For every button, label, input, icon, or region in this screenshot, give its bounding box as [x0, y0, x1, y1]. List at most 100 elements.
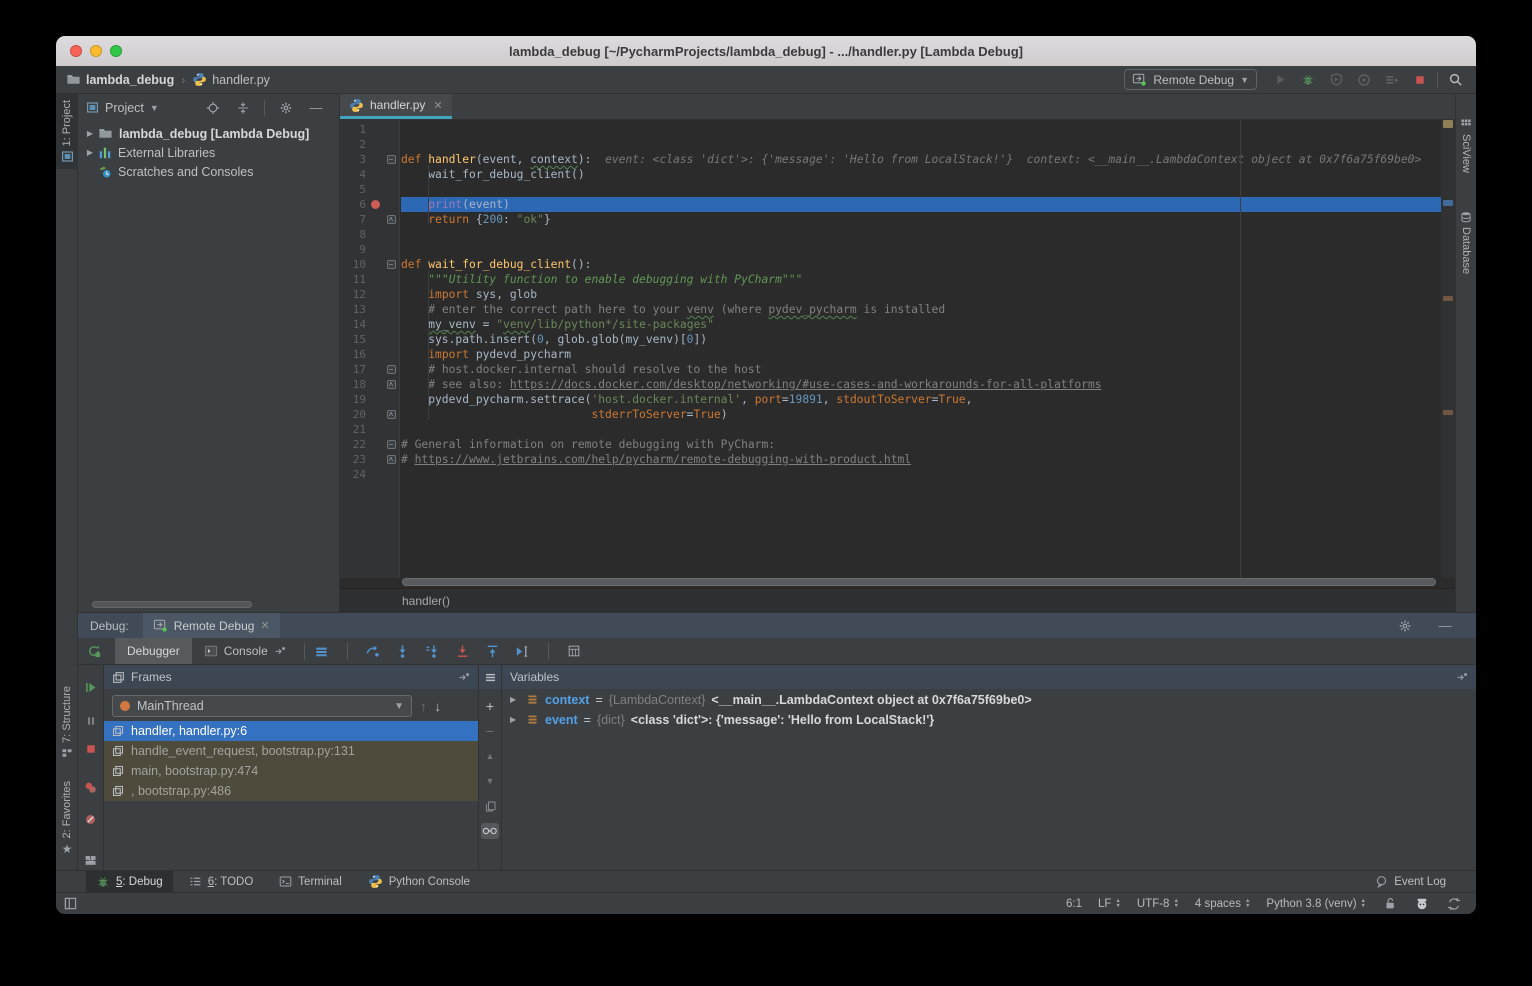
evaluate-expression-button[interactable] [563, 640, 585, 662]
interpreter[interactable]: Python 3.8 (venv)▲▼ [1266, 898, 1366, 910]
line-separator[interactable]: LF▲▼ [1098, 898, 1121, 910]
debug-button[interactable] [1297, 69, 1319, 91]
chevron-down-icon[interactable]: ▼ [150, 103, 159, 113]
code-line[interactable]: def wait_for_debug_client(): [401, 257, 1441, 272]
code-line[interactable]: wait_for_debug_client() [401, 167, 1441, 182]
move-up-button[interactable]: ▲ [481, 748, 499, 764]
rerun-button[interactable] [83, 640, 105, 662]
stripe-button-structure[interactable]: 7: Structure [56, 680, 78, 765]
float-panel-icon[interactable] [458, 671, 470, 683]
code-line[interactable]: def handler(event, context): event: <cla… [401, 152, 1441, 167]
show-execution-point-button[interactable] [311, 640, 333, 662]
close-window-button[interactable] [70, 45, 82, 57]
stripe-button-sciview[interactable]: SciView [1456, 112, 1477, 179]
code-line[interactable]: # General information on remote debuggin… [401, 437, 1441, 452]
indent[interactable]: 4 spaces▲▼ [1195, 898, 1250, 910]
step-into-my-code-button[interactable] [452, 640, 474, 662]
expand-arrow-icon[interactable]: ▶ [82, 148, 98, 157]
run-to-cursor-button[interactable] [512, 640, 534, 662]
code-line[interactable]: # host.docker.internal should resolve to… [401, 362, 1441, 377]
code-line[interactable] [401, 137, 1441, 152]
stripe-button-project[interactable]: 1: Project [56, 94, 78, 169]
code-line[interactable]: # enter the correct path here to your ve… [401, 302, 1441, 317]
step-over-button[interactable] [362, 640, 384, 662]
frame-row[interactable]: main, bootstrap.py:474 [104, 761, 478, 781]
code-line[interactable] [401, 122, 1441, 137]
variable-row[interactable]: ▶context={LambdaContext}<__main__.Lambda… [502, 690, 1476, 709]
force-step-into-button[interactable] [422, 640, 444, 662]
code-line[interactable]: stderrToServer=True) [401, 407, 1441, 422]
expand-arrow-icon[interactable]: ▶ [82, 129, 98, 138]
fold-marker-icon[interactable]: − [387, 440, 396, 449]
gear-button[interactable] [277, 97, 295, 119]
show-watches-button[interactable] [481, 823, 499, 839]
expand-arrow-icon[interactable]: ▶ [510, 695, 520, 704]
code-line[interactable] [401, 227, 1441, 242]
editor-tab-handler[interactable]: handler.py ✕ [340, 94, 452, 119]
code-line[interactable] [401, 182, 1441, 197]
caret-position[interactable]: 6:1 [1066, 898, 1082, 910]
debug-session-tab[interactable]: Remote Debug ✕ [143, 613, 280, 638]
fold-marker-icon[interactable]: − [387, 365, 396, 374]
step-into-button[interactable] [392, 640, 414, 662]
code-line[interactable] [401, 422, 1441, 437]
toolwindow-switcher-icon[interactable] [64, 897, 77, 910]
update-button[interactable] [1446, 893, 1462, 915]
fold-marker-icon[interactable]: − [387, 155, 396, 164]
inspections-button[interactable] [1414, 893, 1430, 915]
fold-marker-icon[interactable]: ˄ [387, 215, 396, 224]
stripe-button-database[interactable]: Database [1456, 205, 1477, 280]
fold-marker-icon[interactable]: ˄ [387, 455, 396, 464]
coverage-button[interactable] [1325, 69, 1347, 91]
breakpoint-dot[interactable] [371, 200, 380, 209]
code-line[interactable]: # https://www.jetbrains.com/help/pycharm… [401, 452, 1441, 467]
move-down-button[interactable]: ▼ [481, 773, 499, 789]
titlebar[interactable]: lambda_debug [~/PycharmProjects/lambda_d… [56, 36, 1476, 66]
project-scrollbar[interactable] [92, 601, 252, 608]
stripe-button-favorites[interactable]: 2: Favorites★ [56, 775, 78, 862]
code-area[interactable]: 123−4567˄8910−11121314151617−18˄1920˄212… [340, 120, 1441, 578]
thread-selector[interactable]: MainThread ▼ [112, 695, 412, 717]
run-configuration-select[interactable]: Remote Debug ▼ [1124, 69, 1257, 90]
search-everywhere-button[interactable] [1444, 69, 1466, 91]
fold-marker-icon[interactable]: ˄ [387, 410, 396, 419]
close-tab-icon[interactable]: ✕ [433, 99, 442, 112]
stripe-mark[interactable] [1443, 296, 1453, 301]
add-watch-button[interactable]: + [481, 698, 499, 714]
zoom-window-button[interactable] [110, 45, 122, 57]
gear-button[interactable] [1394, 615, 1416, 637]
tree-item[interactable]: ▶lambda_debug [Lambda Debug] [78, 124, 339, 143]
event-log-button[interactable]: Event Log [1375, 875, 1446, 888]
debug-tab-console[interactable]: Console [192, 638, 298, 664]
profiler-button[interactable] [1353, 69, 1375, 91]
fold-marker-icon[interactable]: ˄ [387, 380, 396, 389]
menu-icon[interactable] [484, 671, 497, 684]
frame-row[interactable]: , bootstrap.py:486 [104, 781, 478, 801]
frame-row[interactable]: handle_event_request, bootstrap.py:131 [104, 741, 478, 761]
toolwindow-tab-debug[interactable]: 5: Debug [86, 871, 173, 893]
stripe-mark[interactable] [1443, 120, 1453, 128]
code-line[interactable]: print(event) [401, 197, 1441, 212]
code-line[interactable]: # see also: https://docs.docker.com/desk… [401, 377, 1441, 392]
locate-button[interactable] [204, 97, 222, 119]
hide-panel-button[interactable]: — [307, 97, 325, 119]
remove-watch-button[interactable]: − [481, 723, 499, 739]
stripe-mark[interactable] [1443, 200, 1453, 206]
debug-tab-debugger[interactable]: Debugger [115, 638, 192, 664]
concurrency-button[interactable] [1381, 69, 1403, 91]
collapse-all-button[interactable] [234, 97, 252, 119]
code-line[interactable]: pydevd_pycharm.settrace('host.docker.int… [401, 392, 1441, 407]
toolwindow-tab-terminal[interactable]: Terminal [269, 871, 351, 893]
toolwindow-tab-python-console[interactable]: Python Console [358, 871, 480, 893]
float-panel-icon[interactable] [1456, 671, 1468, 683]
frame-row[interactable]: handler, handler.py:6 [104, 721, 478, 741]
close-session-icon[interactable]: ✕ [260, 619, 269, 632]
code-line[interactable]: return {200: "ok"} [401, 212, 1441, 227]
encoding[interactable]: UTF-8▲▼ [1137, 898, 1179, 910]
tree-item[interactable]: ▶External Libraries [78, 143, 339, 162]
toolwindow-tab-todo[interactable]: 6: TODO [179, 871, 264, 893]
fold-marker-icon[interactable]: − [387, 260, 396, 269]
code-line[interactable]: sys.path.insert(0, glob.glob(my_venv)[0]… [401, 332, 1441, 347]
lock-button[interactable] [1382, 893, 1398, 915]
step-out-button[interactable] [482, 640, 504, 662]
